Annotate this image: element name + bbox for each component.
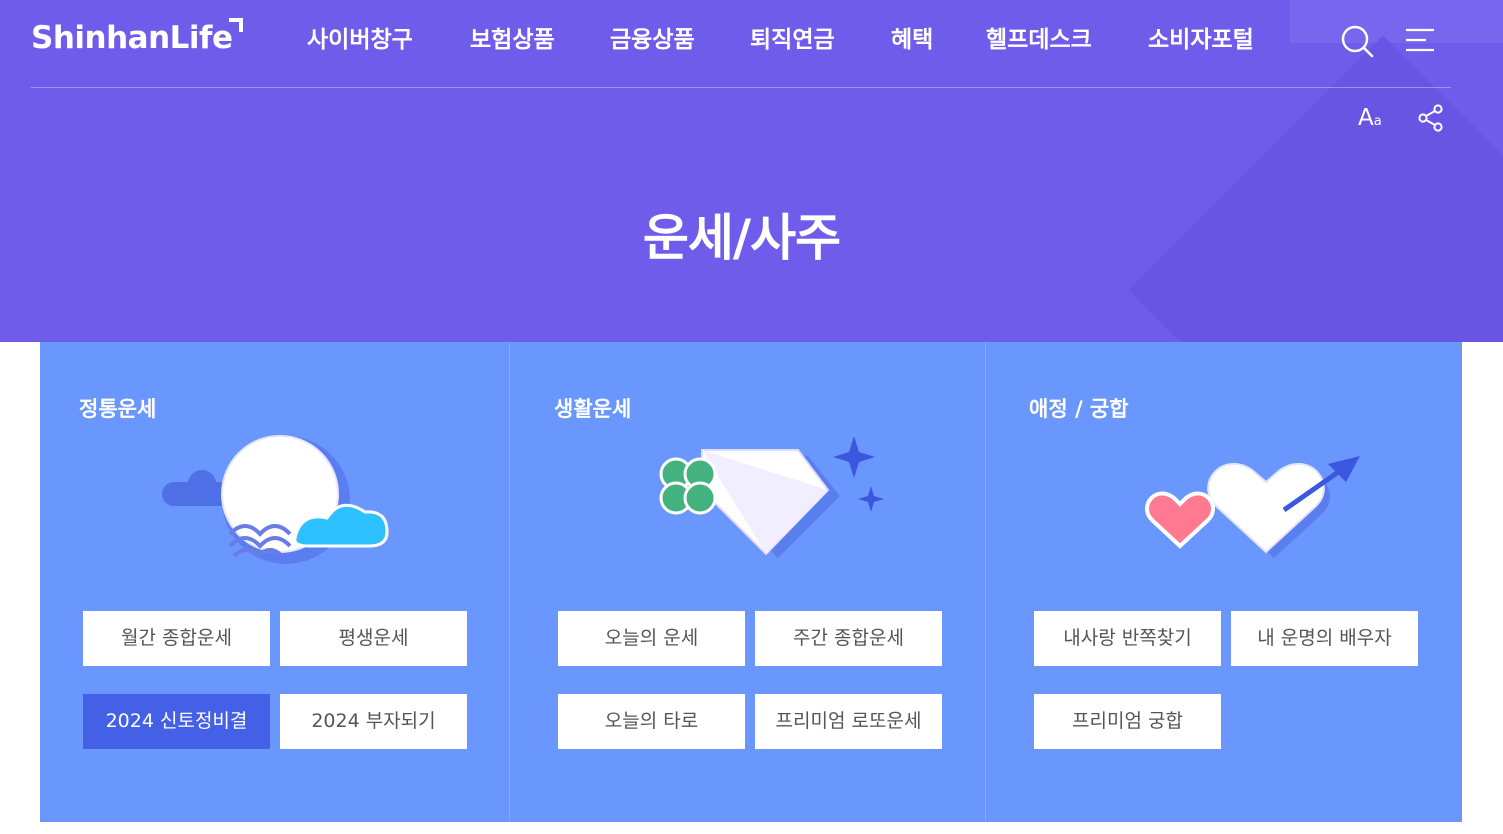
becoming-rich-button[interactable]: 2024 부자되기 [280,694,467,749]
monthly-fortune-button[interactable]: 월간 종합운세 [83,611,270,666]
page-title: 운세/사주 [642,209,841,267]
premium-compatibility-button[interactable]: 프리미엄 궁합 [1034,694,1221,749]
lifetime-fortune-button[interactable]: 평생운세 [280,611,467,666]
category-title: 생활운세 [554,397,632,421]
weekly-fortune-button[interactable]: 주간 종합운세 [755,611,942,666]
nav-cyber-branch[interactable]: 사이버창구 [307,22,413,58]
hearts-arrow-illustration [1145,456,1360,558]
nav-consumer-portal[interactable]: 소비자포털 [1148,22,1254,58]
font-size-label: A [1358,105,1374,131]
find-soulmate-button[interactable]: 내사랑 반쪽찾기 [1034,611,1221,666]
share-icon[interactable] [1418,104,1444,132]
header-divider [31,87,1451,88]
today-tarot-button[interactable]: 오늘의 타로 [558,694,745,749]
diagonal-decoration [1128,35,1503,342]
shinhanlife-logo[interactable]: ShinhanLife [31,18,233,58]
hero-banner: ShinhanLife 사이버창구 보험상품 금융상품 퇴직연금 혜택 헬프데스… [0,0,1503,342]
nav-insurance-products[interactable]: 보험상품 [470,22,555,58]
premium-lotto-button[interactable]: 프리미엄 로또운세 [755,694,942,749]
nav-financial-products[interactable]: 금융상품 [610,22,695,58]
font-size-small-label: a [1373,114,1382,129]
menu-icon[interactable] [1406,28,1436,52]
category-daily-life: 생활운세 오늘의 운세 주간 종합운세 오늘의 타로 프리미엄 로또운세 [509,342,983,822]
category-title: 애정 / 궁합 [1029,397,1129,421]
category-title: 정통운세 [79,397,157,421]
nav-helpdesk[interactable]: 헬프데스크 [986,22,1092,58]
font-size-icon[interactable]: Aa [1358,104,1388,132]
fortune-category-panel: 정통운세 월간 종합운세 평생운세 2024 신토정비결 2024 부자되기 생… [40,342,1462,822]
moon-cloud-illustration [162,435,389,564]
category-love: 애정 / 궁합 내사랑 반쪽찾기 내 운명의 배우자 프리미엄 궁합 [985,342,1459,822]
today-fortune-button[interactable]: 오늘의 운세 [558,611,745,666]
diamond-clover-illustration [659,436,884,558]
nav-retirement-pension[interactable]: 퇴직연금 [750,22,835,58]
destined-spouse-button[interactable]: 내 운명의 배우자 [1231,611,1418,666]
category-traditional: 정통운세 월간 종합운세 평생운세 2024 신토정비결 2024 부자되기 [40,342,514,822]
search-icon[interactable] [1340,24,1374,58]
nav-benefits[interactable]: 혜택 [891,22,933,58]
tojeong-button[interactable]: 2024 신토정비결 [83,694,270,749]
logo-corner-mark [229,18,243,32]
corner-decoration [1290,0,1503,43]
